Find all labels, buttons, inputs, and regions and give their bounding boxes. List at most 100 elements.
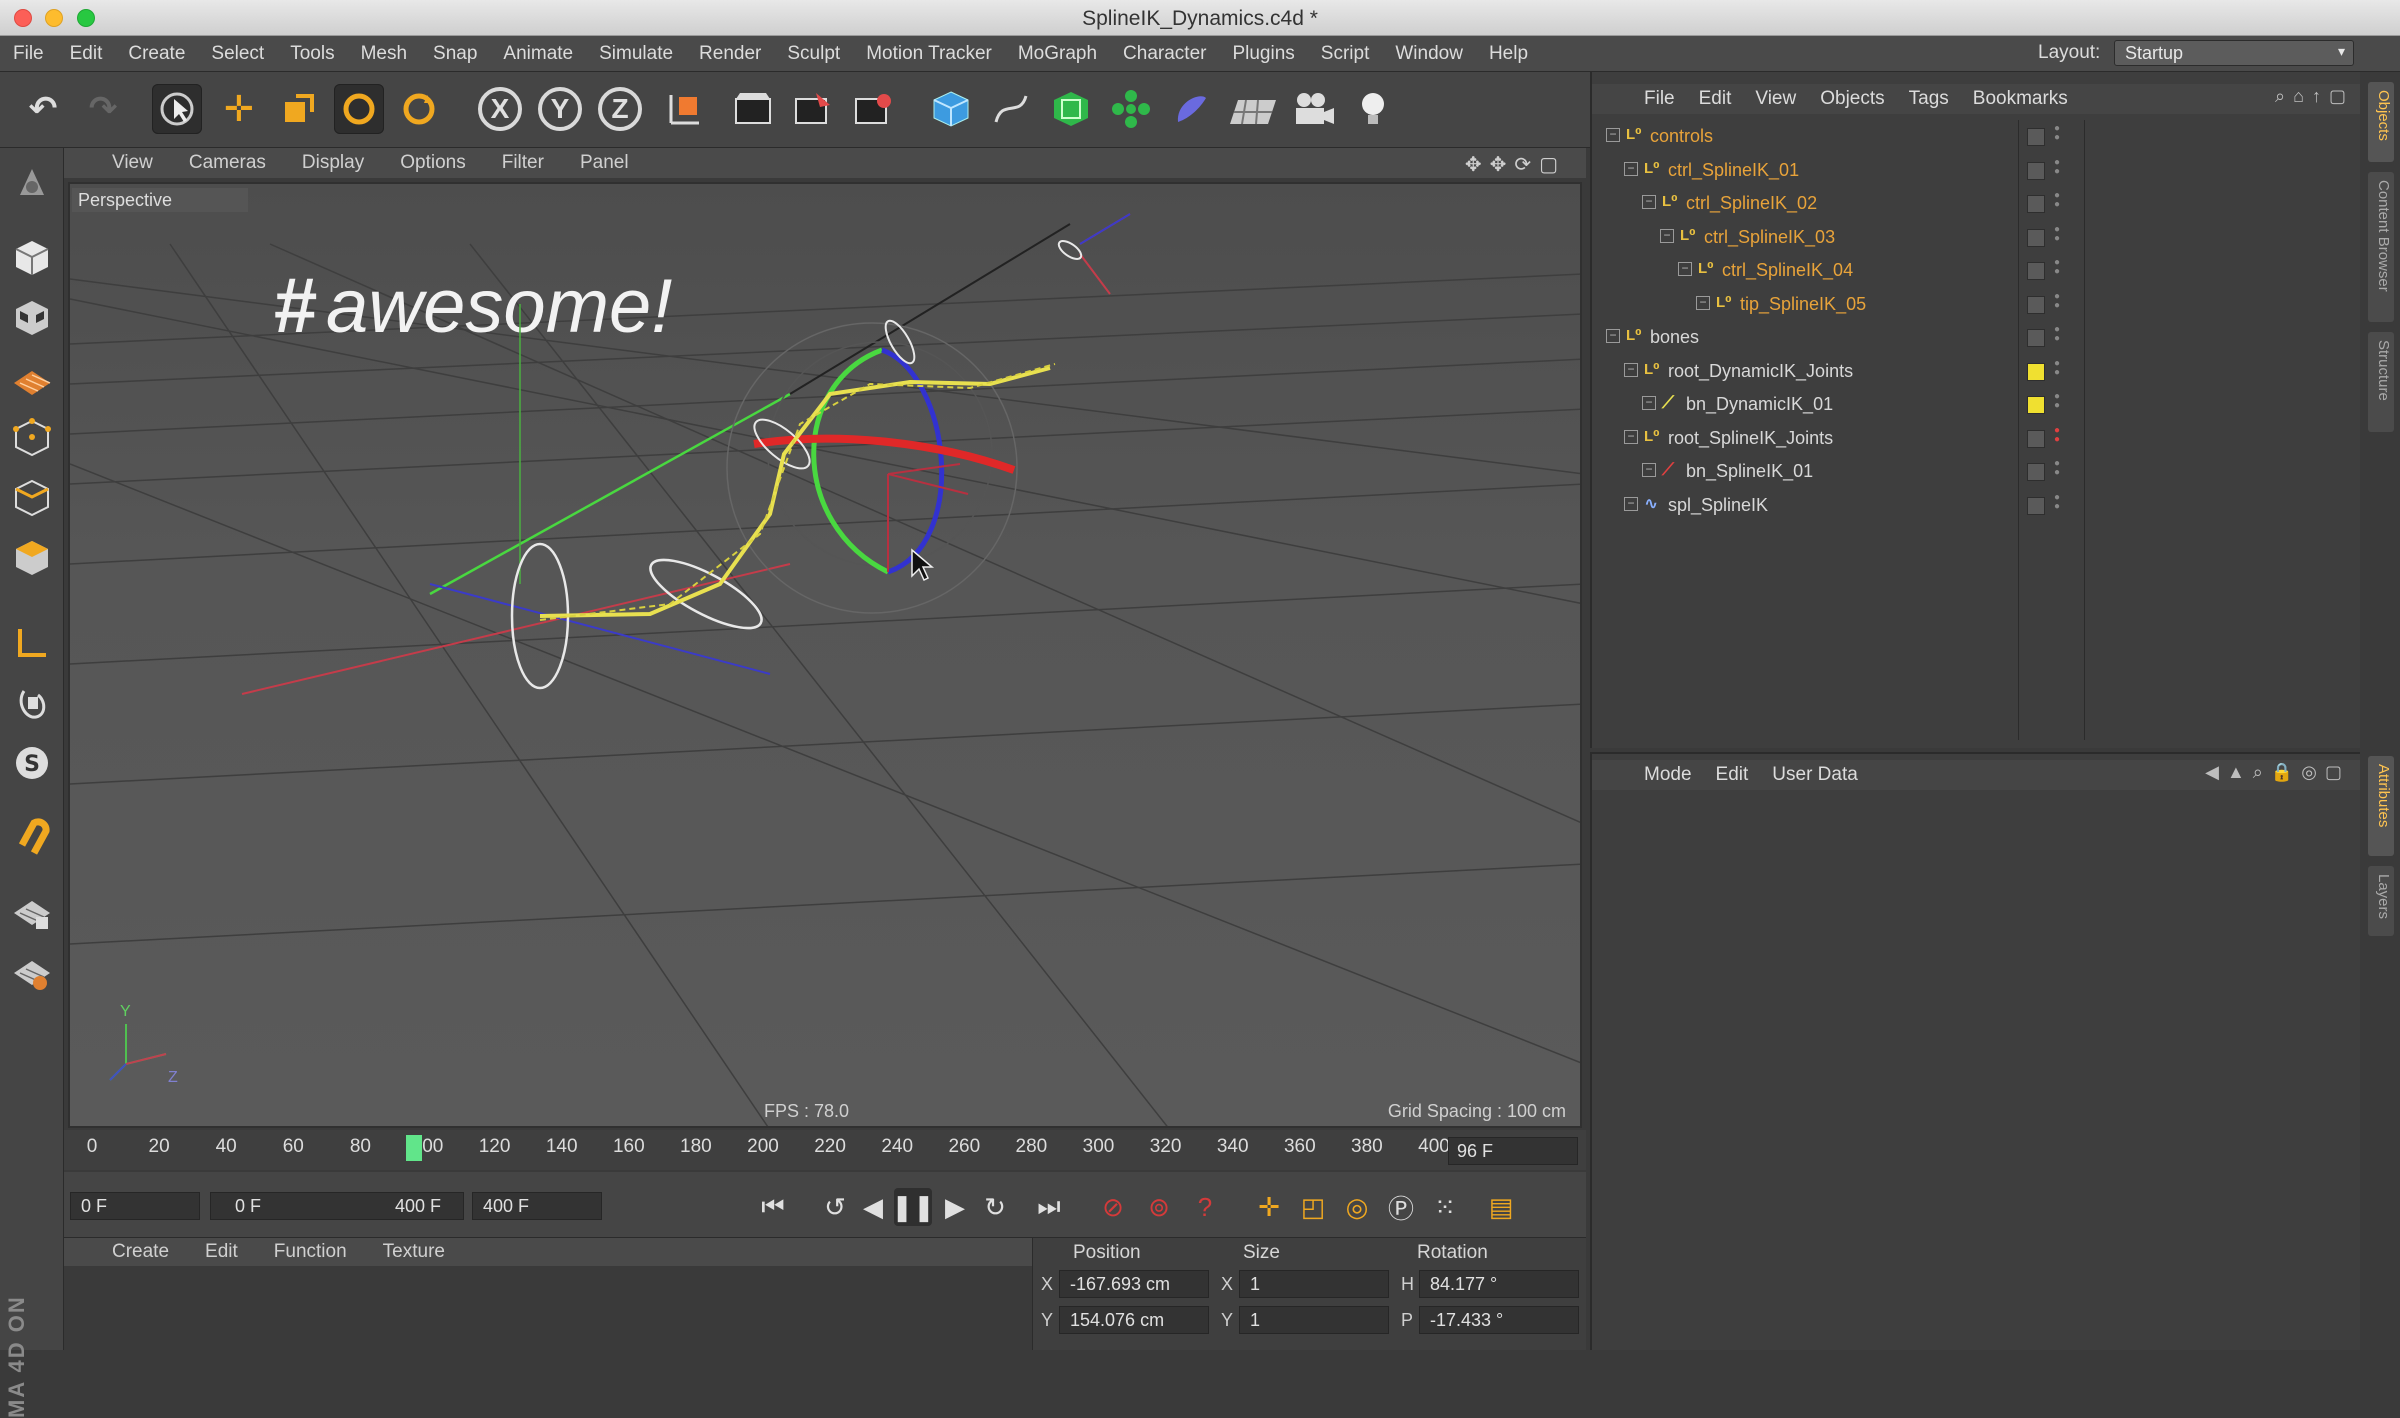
expand-toggle-icon[interactable]: −	[1660, 228, 1674, 243]
z-axis-lock-icon[interactable]: Z	[598, 87, 642, 131]
expand-toggle-icon[interactable]: −	[1624, 362, 1638, 377]
rotation-p-field[interactable]: -17.433 °	[1419, 1306, 1579, 1334]
editor-render-dots[interactable]: ● ●	[2054, 425, 2060, 444]
menu-mesh[interactable]: Mesh	[348, 43, 420, 65]
editor-render-dots[interactable]: ● ●	[2054, 191, 2060, 210]
object-menu-tags[interactable]: Tags	[1897, 88, 1961, 110]
layer-visibility-toggle[interactable]	[2027, 195, 2045, 213]
timeline-ruler[interactable]: 0 20 40 60 80 100 120 140 160 180 200 220 240 260 280 3…	[64, 1130, 1586, 1170]
object-menu-bookmarks[interactable]: Bookmarks	[1961, 88, 2080, 110]
rotate-icon[interactable]	[334, 84, 384, 134]
object-menu-objects[interactable]: Objects	[1808, 88, 1896, 110]
object-row[interactable]: − L⁰ root_DynamicIK_Joints ● ●	[1592, 355, 2360, 388]
record-position-icon[interactable]: ✛	[1250, 1188, 1288, 1226]
recent-tool-icon[interactable]	[394, 84, 444, 134]
expand-toggle-icon[interactable]: −	[1624, 161, 1638, 176]
object-row[interactable]: − L⁰ ctrl_SplineIK_03 ● ●	[1592, 221, 2360, 254]
viewport-menu-cameras[interactable]: Cameras	[171, 152, 284, 174]
object-row[interactable]: − L⁰ ctrl_SplineIK_04 ● ●	[1592, 254, 2360, 287]
viewport-menu-panel[interactable]: Panel	[562, 152, 647, 174]
object-row[interactable]: − ∿ spl_SplineIK ● ●	[1592, 489, 2360, 522]
pen-spline-icon[interactable]	[986, 84, 1036, 134]
points-mode-icon[interactable]	[7, 412, 57, 462]
editor-render-dots[interactable]: ● ●	[2054, 124, 2060, 143]
pause-icon[interactable]: ❚❚	[891, 1188, 935, 1226]
start-frame-field[interactable]: 0 F	[70, 1192, 200, 1220]
coordinate-system-icon[interactable]	[660, 84, 710, 134]
next-key-icon[interactable]: ↻	[976, 1188, 1014, 1226]
viewport-menu-options[interactable]: Options	[382, 152, 483, 174]
camera-icon[interactable]	[1288, 84, 1338, 134]
menu-simulate[interactable]: Simulate	[586, 43, 686, 65]
cube-icon[interactable]	[926, 84, 976, 134]
layer-visibility-toggle[interactable]	[2027, 295, 2045, 314]
object-row[interactable]: − L⁰ ctrl_SplineIK_01 ● ●	[1592, 154, 2360, 187]
edges-mode-icon[interactable]	[7, 472, 57, 522]
menu-script[interactable]: Script	[1308, 43, 1383, 65]
live-selection-icon[interactable]	[152, 84, 202, 134]
y-axis-lock-icon[interactable]: Y	[538, 87, 582, 131]
editor-render-dots[interactable]: ● ●	[2054, 492, 2060, 511]
menu-snap[interactable]: Snap	[420, 43, 490, 65]
tab-layers[interactable]: Layers	[2368, 866, 2394, 936]
viewport-menu-view[interactable]: View	[94, 152, 171, 174]
expand-toggle-icon[interactable]: −	[1642, 463, 1656, 477]
layer-visibility-toggle[interactable]	[2027, 496, 2045, 515]
light-icon[interactable]	[1348, 84, 1398, 134]
viewport-menu-filter[interactable]: Filter	[484, 152, 562, 174]
floor-icon[interactable]	[1228, 84, 1278, 134]
timeline-playhead[interactable]	[406, 1135, 423, 1161]
redo-icon[interactable]: ↷	[78, 84, 128, 134]
menu-edit[interactable]: Edit	[57, 43, 116, 65]
layer-visibility-toggle[interactable]	[2027, 262, 2045, 280]
menu-animate[interactable]: Animate	[490, 43, 586, 65]
menu-file[interactable]: File	[0, 43, 57, 65]
layer-visibility-toggle[interactable]	[2027, 463, 2045, 481]
polygons-mode-icon[interactable]	[7, 532, 57, 582]
undo-icon[interactable]: ↶	[18, 84, 68, 134]
render-picture-viewer-icon[interactable]	[788, 84, 838, 134]
record-active-objects-icon[interactable]: ⊘	[1094, 1188, 1132, 1226]
position-x-field[interactable]: -167.693 cm	[1059, 1270, 1209, 1298]
timeline-window-icon[interactable]: ▤	[1482, 1188, 1520, 1226]
menu-plugins[interactable]: Plugins	[1219, 43, 1307, 65]
x-axis-lock-icon[interactable]: X	[478, 87, 522, 131]
menu-character[interactable]: Character	[1110, 43, 1219, 65]
perspective-viewport[interactable]: # awesome! Y Z Perspective FPS: 78.0 Gr…	[68, 182, 1582, 1128]
autokeying-icon[interactable]: ⊚	[1140, 1188, 1178, 1226]
next-frame-icon[interactable]: ▶	[936, 1188, 974, 1226]
scale-icon[interactable]	[274, 84, 324, 134]
layer-visibility-toggle[interactable]	[2027, 161, 2045, 180]
move-icon[interactable]: ✛	[214, 84, 264, 134]
deformer-icon[interactable]	[1166, 84, 1216, 134]
layer-visibility-toggle[interactable]	[2027, 396, 2045, 414]
layer-visibility-toggle[interactable]	[2027, 329, 2045, 347]
layer-visibility-toggle[interactable]	[2027, 429, 2045, 448]
editor-render-dots[interactable]: ● ●	[2054, 291, 2060, 310]
previous-frame-icon[interactable]: ◀	[854, 1188, 892, 1226]
size-y-field[interactable]: 1	[1239, 1306, 1389, 1334]
attribute-menu-user-data[interactable]: User Data	[1760, 764, 1870, 786]
workplane-lock-icon[interactable]	[7, 888, 57, 938]
expand-toggle-icon[interactable]: −	[1606, 128, 1620, 142]
menu-sculpt[interactable]: Sculpt	[774, 43, 853, 65]
menu-window[interactable]: Window	[1382, 43, 1476, 65]
layer-visibility-toggle[interactable]	[2027, 228, 2045, 247]
object-manager-search-icons[interactable]: ⌕⌂↑▢	[2275, 86, 2354, 107]
expand-toggle-icon[interactable]: −	[1642, 396, 1656, 410]
render-settings-icon[interactable]	[848, 84, 898, 134]
keyframe-selection-icon[interactable]: ?	[1186, 1188, 1224, 1226]
expand-toggle-icon[interactable]: −	[1624, 429, 1638, 444]
menu-tools[interactable]: Tools	[277, 43, 347, 65]
viewport-menu-display[interactable]: Display	[284, 152, 382, 174]
record-scale-icon[interactable]: ◰	[1294, 1188, 1332, 1226]
tab-objects[interactable]: Objects	[2368, 82, 2394, 162]
object-row[interactable]: − ⟋ bn_SplineIK_01 ● ●	[1592, 455, 2360, 488]
go-to-start-icon[interactable]: ⏮	[754, 1188, 792, 1226]
previous-key-icon[interactable]: ↺	[816, 1188, 854, 1226]
rotation-h-field[interactable]: 84.177 °	[1419, 1270, 1579, 1298]
menu-mograph[interactable]: MoGraph	[1005, 43, 1110, 65]
menu-help[interactable]: Help	[1476, 43, 1541, 65]
material-menu-create[interactable]: Create	[94, 1241, 187, 1263]
render-view-icon[interactable]	[728, 84, 778, 134]
